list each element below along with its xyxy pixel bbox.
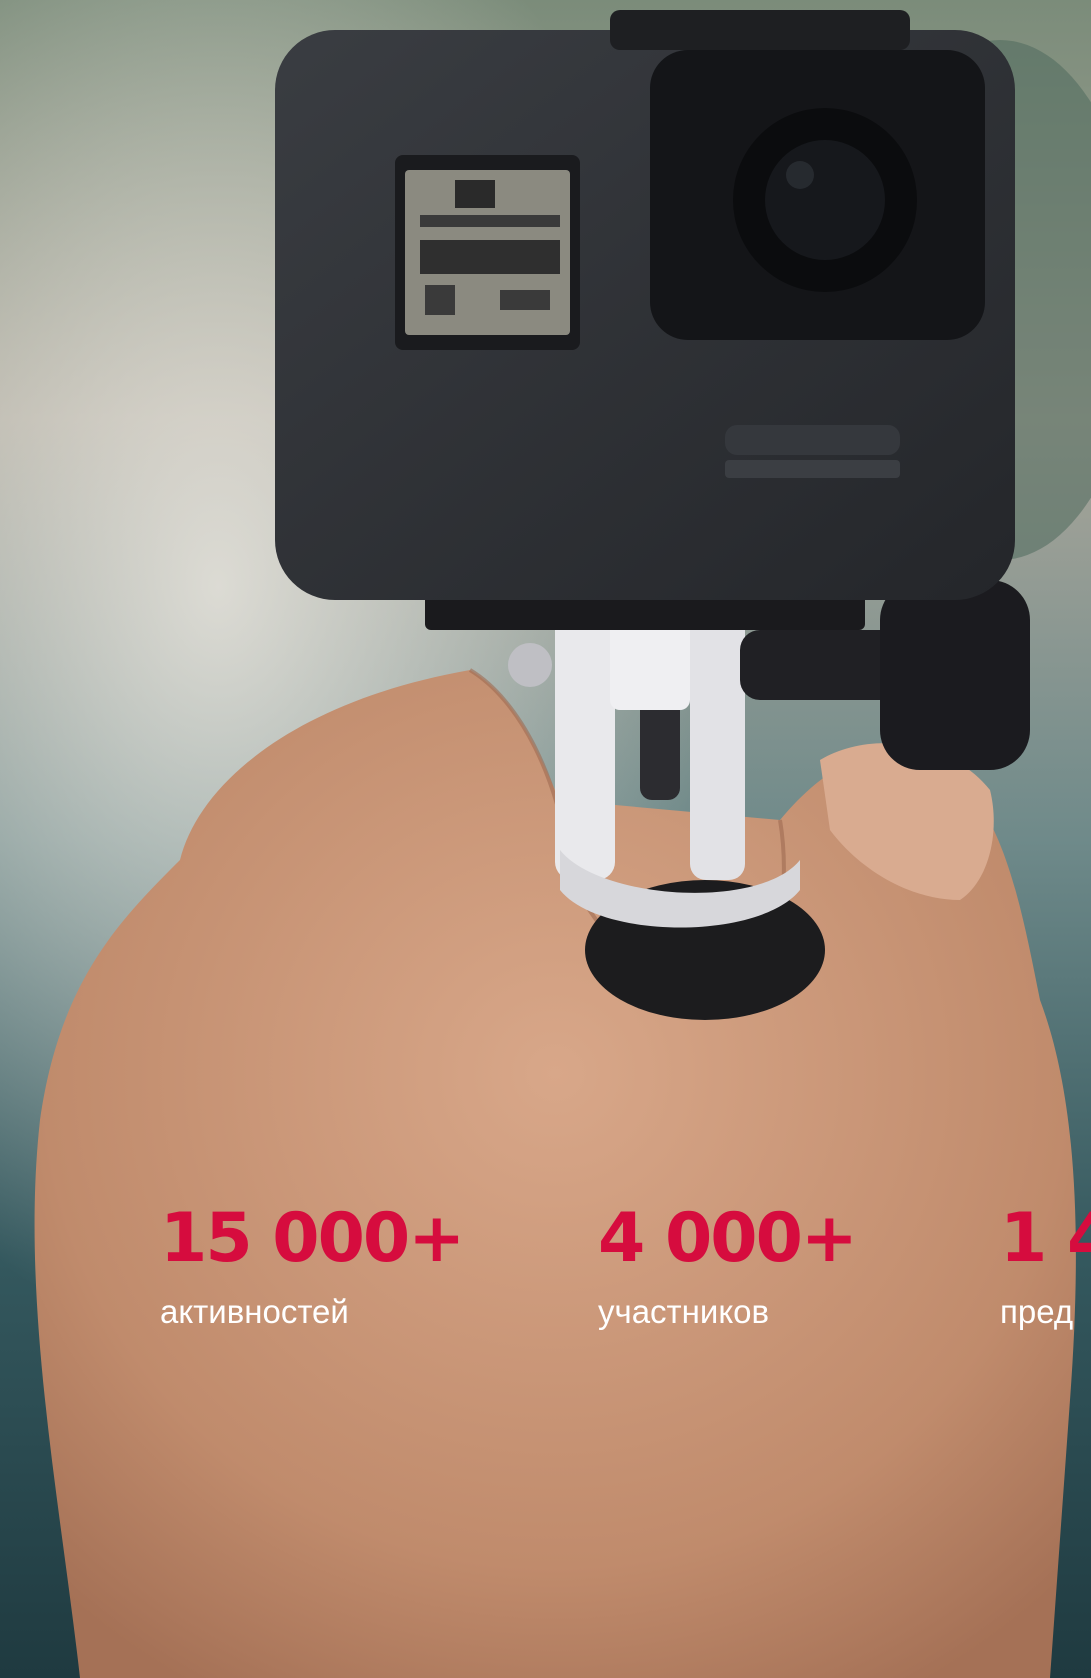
- stat-activities: 15 000+ активностей: [160, 1199, 465, 1330]
- stat-partial: 1 4 пред: [1000, 1199, 1091, 1330]
- stat-label: пред: [1000, 1293, 1074, 1330]
- stat-value: 15 000+: [160, 1199, 465, 1278]
- stat-participants: 4 000+ участников: [598, 1199, 858, 1330]
- hero-photo: [0, 0, 1091, 1678]
- hero-section: 15 000+ активностей 4 000+ участников 1 …: [0, 0, 1091, 1678]
- stat-label: участников: [598, 1293, 770, 1330]
- stat-value: 4 000+: [598, 1199, 858, 1278]
- stat-value: 1 4: [1000, 1199, 1091, 1278]
- stats-row: 15 000+ активностей 4 000+ участников 1 …: [0, 1205, 1091, 1365]
- stat-label: активностей: [160, 1293, 349, 1330]
